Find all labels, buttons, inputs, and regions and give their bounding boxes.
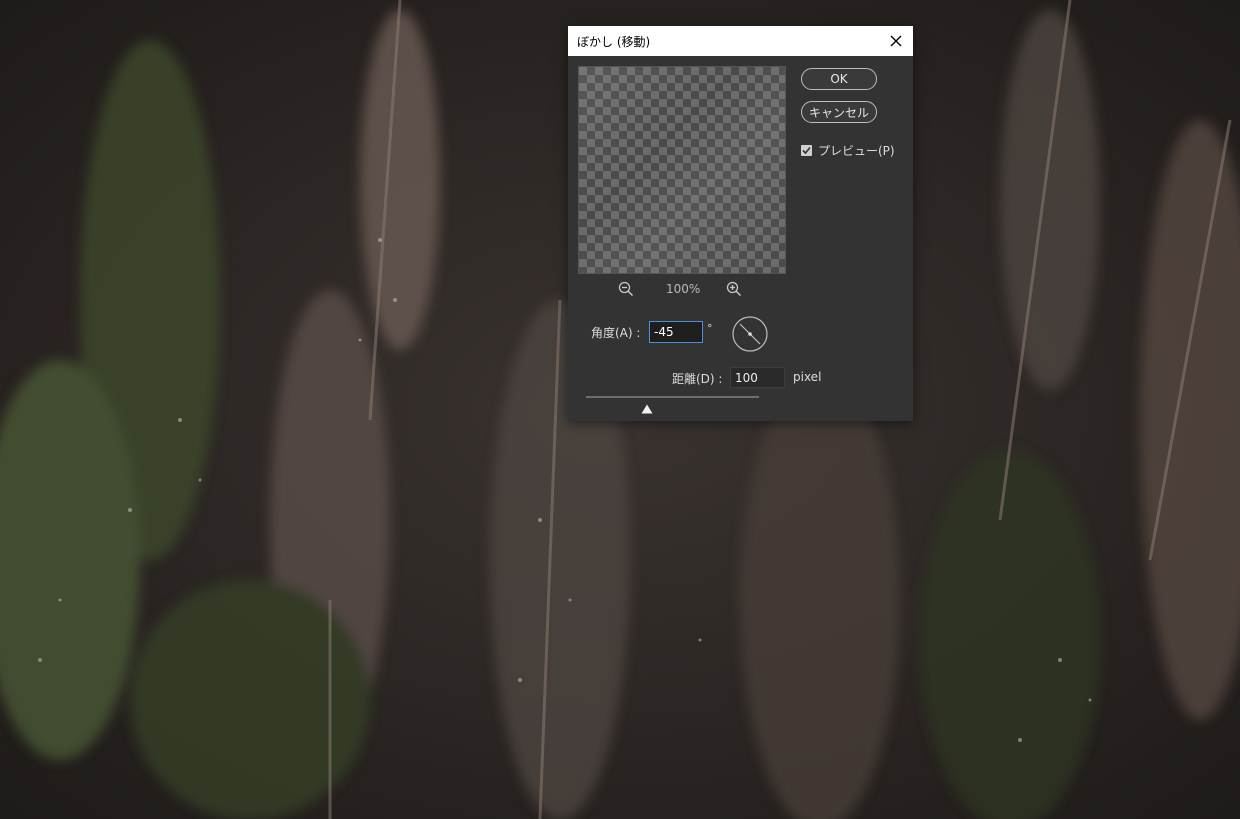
motion-blur-dialog: ぼかし (移動) OK キャンセル プレビュー(P) 100% 角度(A): …	[568, 26, 913, 421]
distance-unit: pixel	[793, 370, 822, 384]
cancel-button[interactable]: キャンセル	[801, 101, 877, 123]
slider-thumb-icon	[641, 404, 653, 414]
zoom-level: 100%	[666, 282, 701, 296]
check-icon	[802, 146, 811, 154]
zoom-out-icon	[618, 281, 634, 297]
zoom-out-button[interactable]	[618, 281, 634, 300]
zoom-controls: 100%	[618, 280, 748, 298]
angle-input[interactable]	[649, 321, 703, 343]
angle-label: 角度(A) :	[591, 326, 641, 340]
preview-checkbox-label: プレビュー(P)	[818, 143, 895, 158]
distance-slider-track[interactable]	[586, 396, 759, 398]
preview-area[interactable]	[578, 66, 786, 274]
preview-checkbox-row[interactable]: プレビュー(P)	[801, 142, 895, 158]
distance-label: 距離(D) :	[672, 372, 723, 386]
zoom-in-icon	[726, 281, 742, 297]
angle-unit: °	[707, 322, 713, 335]
ok-button[interactable]: OK	[801, 68, 877, 90]
preview-checkbox[interactable]	[801, 144, 812, 156]
angle-dial[interactable]	[731, 315, 769, 357]
zoom-in-button[interactable]	[726, 281, 742, 300]
close-icon	[890, 35, 902, 47]
distance-input[interactable]	[730, 367, 785, 388]
close-button[interactable]	[885, 30, 907, 52]
dialog-title: ぼかし (移動)	[577, 35, 651, 49]
angle-dial-icon	[732, 316, 768, 352]
distance-slider-thumb[interactable]	[641, 399, 653, 418]
dialog-titlebar[interactable]: ぼかし (移動)	[568, 26, 913, 56]
preview-blur-overlay	[579, 67, 785, 273]
